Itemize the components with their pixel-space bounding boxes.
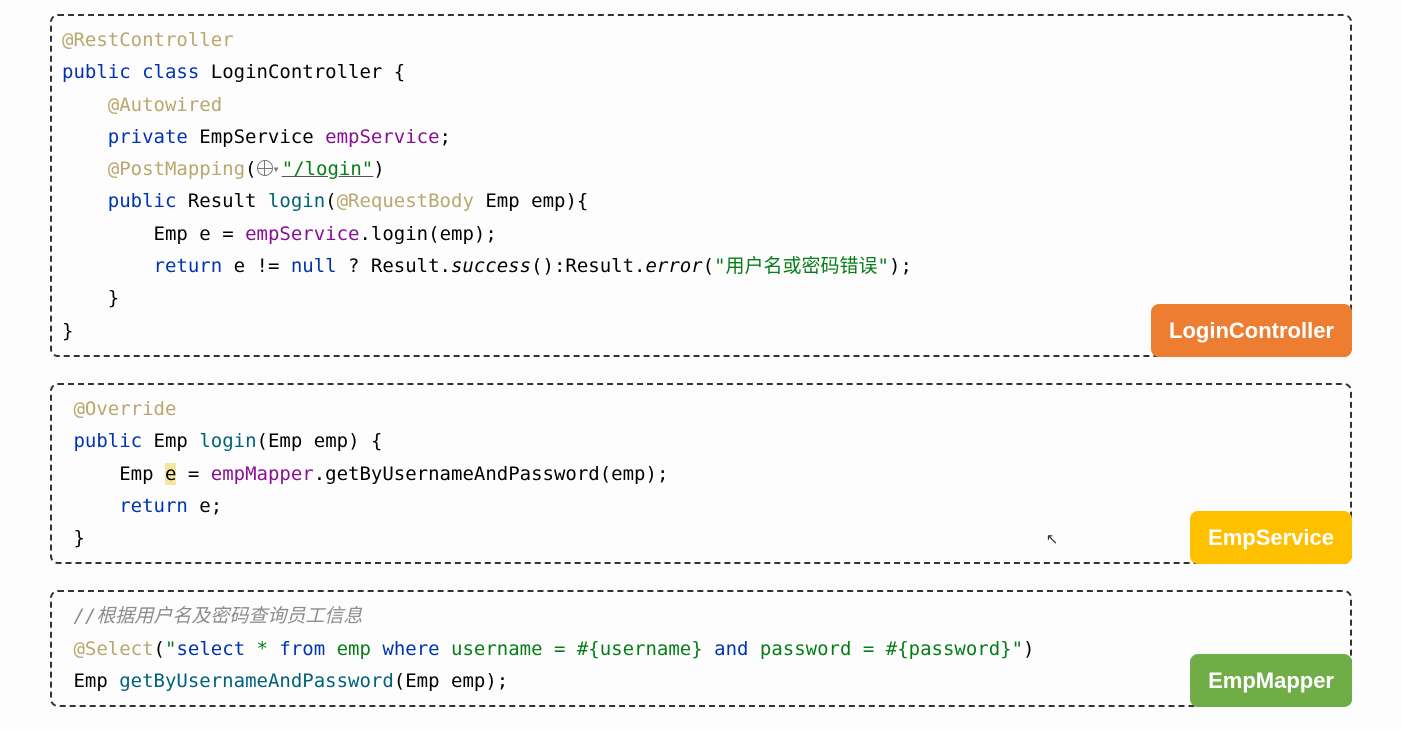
- annotation-autowired: @Autowired: [108, 94, 222, 116]
- method-getby-b3: getByUsernameAndPassword: [119, 670, 394, 692]
- ref-empmapper: empMapper: [211, 463, 314, 485]
- kw-return-b2: return: [119, 495, 188, 517]
- sql-open: ": [165, 638, 176, 660]
- type-empservice: EmpService: [199, 126, 313, 148]
- kw-public: public: [62, 61, 131, 83]
- var-e2-b2: e: [199, 495, 210, 517]
- sql-where: where: [382, 638, 439, 660]
- kw-public-b2: public: [73, 430, 142, 452]
- method-login-b2: login: [199, 430, 256, 452]
- type-result: Result: [188, 190, 257, 212]
- code-block-login-controller: @RestController public class LoginContro…: [50, 14, 1352, 357]
- sql-password: password: [748, 638, 862, 660]
- ref-empservice: empService: [245, 223, 359, 245]
- code-block-emp-mapper: //根据用户名及密码查询员工信息 @Select("select * from …: [50, 590, 1352, 707]
- badge-emp-service: EmpService: [1190, 511, 1352, 564]
- param-emp-b3: emp: [451, 670, 485, 692]
- annotation-select: @Select: [73, 638, 153, 660]
- type-emp-b3: Emp: [73, 670, 107, 692]
- sql-from: from: [279, 638, 325, 660]
- type-emp-local: Emp: [154, 223, 188, 245]
- sql-star: *: [245, 638, 279, 660]
- call-login: login: [371, 223, 428, 245]
- var-e2: e: [234, 255, 245, 277]
- param-emp-b2: emp: [314, 430, 348, 452]
- sql-p-pass: #{password}: [874, 638, 1011, 660]
- call-getby: getByUsernameAndPassword: [325, 463, 600, 485]
- sql-p-user: #{username}: [565, 638, 714, 660]
- route-string: "/login": [282, 158, 374, 180]
- annotation-restcontroller: @RestController: [62, 29, 234, 51]
- cursor-icon: ↖: [1046, 531, 1059, 548]
- sql-and: and: [714, 638, 748, 660]
- kw-class: class: [142, 61, 199, 83]
- arg-emp-b2: emp: [611, 463, 645, 485]
- var-e-b2: e: [165, 463, 176, 485]
- type-emp-p-b3: Emp: [405, 670, 439, 692]
- sql-emp: emp: [325, 638, 382, 660]
- type-emp-p-b2: Emp: [268, 430, 302, 452]
- annotation-override: @Override: [73, 398, 176, 420]
- arg-emp: emp: [440, 223, 474, 245]
- comment-line: //根据用户名及密码查询员工信息: [73, 605, 362, 627]
- method-login: login: [268, 190, 325, 212]
- badge-login-controller: LoginController: [1151, 304, 1352, 357]
- kw-private: private: [108, 126, 188, 148]
- call-error: error: [645, 255, 702, 277]
- field-empservice: empService: [325, 126, 439, 148]
- sql-close: ": [1012, 638, 1023, 660]
- var-e: e: [199, 223, 210, 245]
- kw-return: return: [154, 255, 223, 277]
- error-msg: "用户名或密码错误": [714, 255, 889, 277]
- code-block-emp-service: @Override public Emp login(Emp emp) { Em…: [50, 383, 1352, 564]
- type-emp: Emp: [485, 190, 519, 212]
- sql-username: username: [440, 638, 554, 660]
- type-emp-l-b2: Emp: [119, 463, 153, 485]
- call-success: success: [451, 255, 531, 277]
- type-emp-b2: Emp: [154, 430, 188, 452]
- badge-emp-mapper: EmpMapper: [1190, 654, 1352, 707]
- annotation-requestbody: @RequestBody: [337, 190, 474, 212]
- kw-public2: public: [108, 190, 177, 212]
- sql-eq2: =: [863, 638, 874, 660]
- class-name: LoginController: [211, 61, 383, 83]
- param-emp: emp: [531, 190, 565, 212]
- kw-null: null: [291, 255, 337, 277]
- annotation-postmapping: @PostMapping: [108, 158, 245, 180]
- globe-icon: [257, 160, 273, 176]
- sql-select: select: [176, 638, 245, 660]
- sql-eq1: =: [554, 638, 565, 660]
- chevron-down-icon: ▾: [273, 159, 280, 179]
